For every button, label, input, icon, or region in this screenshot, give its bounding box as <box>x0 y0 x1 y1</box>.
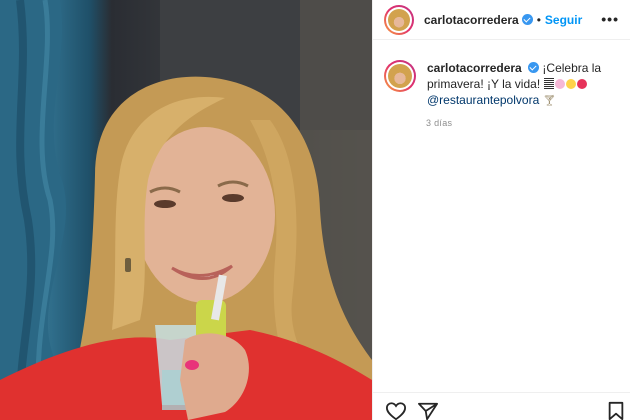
heart-icon[interactable] <box>385 401 407 420</box>
post-header: carlotacorredera • Seguir ••• <box>373 0 630 40</box>
caption-line-2: primavera! ¡Y la vida! <box>427 77 541 91</box>
caption-avatar-border <box>386 62 414 90</box>
post-photo[interactable] <box>0 0 372 420</box>
post-photo-illustration <box>0 0 372 420</box>
action-bar <box>373 392 630 420</box>
caption-avatar[interactable] <box>384 60 416 92</box>
avatar-border <box>386 6 412 33</box>
follow-button[interactable]: Seguir <box>545 13 582 27</box>
microphone-emoji-icon <box>543 78 554 90</box>
caption: carlotacorredera ¡Celebra la primavera! … <box>384 60 624 109</box>
caption-username[interactable]: carlotacorredera <box>427 61 522 75</box>
avatar-image <box>388 8 410 31</box>
bookmark-icon[interactable] <box>607 401 625 420</box>
header-separator: • <box>536 12 541 27</box>
paper-plane-icon[interactable] <box>417 401 439 420</box>
sunflower-emoji-icon <box>565 79 576 89</box>
header-username[interactable]: carlotacorredera <box>424 13 519 27</box>
caption-avatar-image <box>388 64 412 88</box>
cocktail-emoji-icon: 🍸︎ <box>542 95 557 107</box>
mention-link[interactable]: @restaurantepolvora <box>427 93 539 107</box>
caption-line-1: ¡Celebra la <box>542 61 602 75</box>
blossom-emoji-icon <box>554 79 565 89</box>
avatar[interactable] <box>384 4 414 35</box>
verified-badge-icon <box>528 62 540 73</box>
post-side-panel: carlotacorredera • Seguir ••• carlotacor… <box>372 0 630 420</box>
more-options-icon[interactable]: ••• <box>601 11 619 27</box>
instagram-post-view: carlotacorredera • Seguir ••• carlotacor… <box>0 0 630 420</box>
caption-text: carlotacorredera ¡Celebra la primavera! … <box>427 60 617 109</box>
hibiscus-emoji-icon <box>576 79 587 89</box>
verified-badge-icon <box>521 14 533 25</box>
post-timestamp[interactable]: 3 días <box>426 118 452 128</box>
